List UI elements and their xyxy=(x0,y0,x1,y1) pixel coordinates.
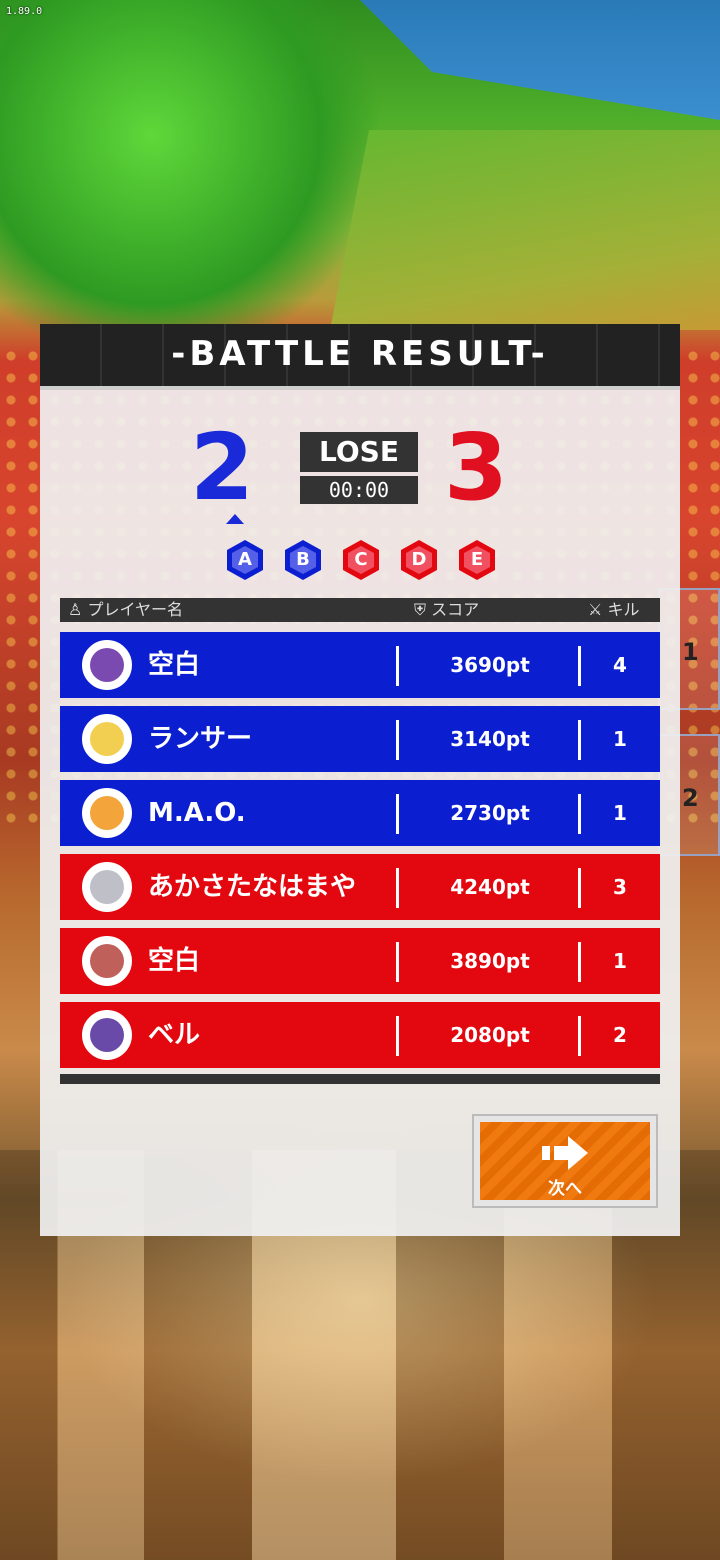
tree-foliage xyxy=(0,0,380,340)
point-c-icon: C xyxy=(339,538,383,582)
player-name: 空白 xyxy=(148,650,201,680)
arrow-right-icon xyxy=(542,1136,588,1170)
player-kills: 4 xyxy=(613,653,627,677)
grass-ground xyxy=(330,130,720,330)
blue-team-score: 2 xyxy=(190,414,255,521)
column-header: ♙ プレイヤー名 ⛨ スコア ⚔ キル xyxy=(60,598,660,622)
result-label: LOSE xyxy=(300,432,418,472)
player-name: あかさたなはまや xyxy=(148,872,357,902)
blonde-avatar xyxy=(82,714,132,764)
player-score: 2730pt xyxy=(450,801,530,825)
player-row[interactable]: あかさたなはまや 4240pt 3 xyxy=(60,854,660,920)
version-label: 1.89.0 xyxy=(6,6,43,17)
player-row[interactable]: 空白 3890pt 1 xyxy=(60,928,660,994)
point-e-icon: E xyxy=(455,538,499,582)
column-player: プレイヤー名 xyxy=(87,600,183,619)
column-score: スコア xyxy=(431,600,480,619)
orange-hair-avatar xyxy=(82,788,132,838)
player-score: 3690pt xyxy=(450,653,530,677)
player-kills: 3 xyxy=(613,875,627,899)
point-b-icon: B xyxy=(281,538,325,582)
player-name: ベル xyxy=(148,1020,201,1050)
player-name: M.A.O. xyxy=(148,798,246,828)
column-kill: キル xyxy=(607,600,640,619)
capture-points: A B C D E xyxy=(223,538,503,588)
player-score: 3890pt xyxy=(450,949,530,973)
player-row[interactable]: ランサー 3140pt 1 xyxy=(60,706,660,772)
white-robot-avatar xyxy=(82,862,132,912)
battle-result-panel: -BATTLE RESULT- 2 LOSE 00:00 3 A B C D E… xyxy=(40,324,680,1236)
player-name: ランサー xyxy=(148,724,253,754)
player-kills: 1 xyxy=(613,727,627,751)
point-d-icon: D xyxy=(397,538,441,582)
red-team-score: 3 xyxy=(444,414,509,521)
kill-icon: ⚔ xyxy=(588,600,608,619)
next-button-label: 次へ xyxy=(548,1179,582,1199)
player-row[interactable]: ベル 2080pt 2 xyxy=(60,1002,660,1068)
point-a-icon: A xyxy=(223,538,267,582)
pink-hair-avatar xyxy=(82,936,132,986)
player-score: 2080pt xyxy=(450,1023,530,1047)
purple-hair-avatar xyxy=(82,640,132,690)
purple-mask-avatar xyxy=(82,1010,132,1060)
player-name: 空白 xyxy=(148,946,201,976)
player-row[interactable]: M.A.O. 2730pt 1 xyxy=(60,780,660,846)
side-tab-label: 2 xyxy=(682,784,699,812)
player-row[interactable]: 空白 3690pt 4 xyxy=(60,632,660,698)
score-shield-icon: ⛨ xyxy=(414,600,432,619)
panel-title: -BATTLE RESULT- xyxy=(171,334,549,374)
time-label: 00:00 xyxy=(300,476,418,504)
player-kills: 2 xyxy=(613,1023,627,1047)
panel-header: -BATTLE RESULT- xyxy=(40,324,680,390)
next-button[interactable]: 次へ xyxy=(472,1114,658,1208)
player-score: 4240pt xyxy=(450,875,530,899)
player-score: 3140pt xyxy=(450,727,530,751)
person-icon: ♙ xyxy=(68,600,88,619)
player-kills: 1 xyxy=(613,949,627,973)
player-team-marker xyxy=(226,514,244,524)
player-kills: 1 xyxy=(613,801,627,825)
list-divider xyxy=(60,1074,660,1084)
side-tab-label: 1 xyxy=(682,638,699,666)
